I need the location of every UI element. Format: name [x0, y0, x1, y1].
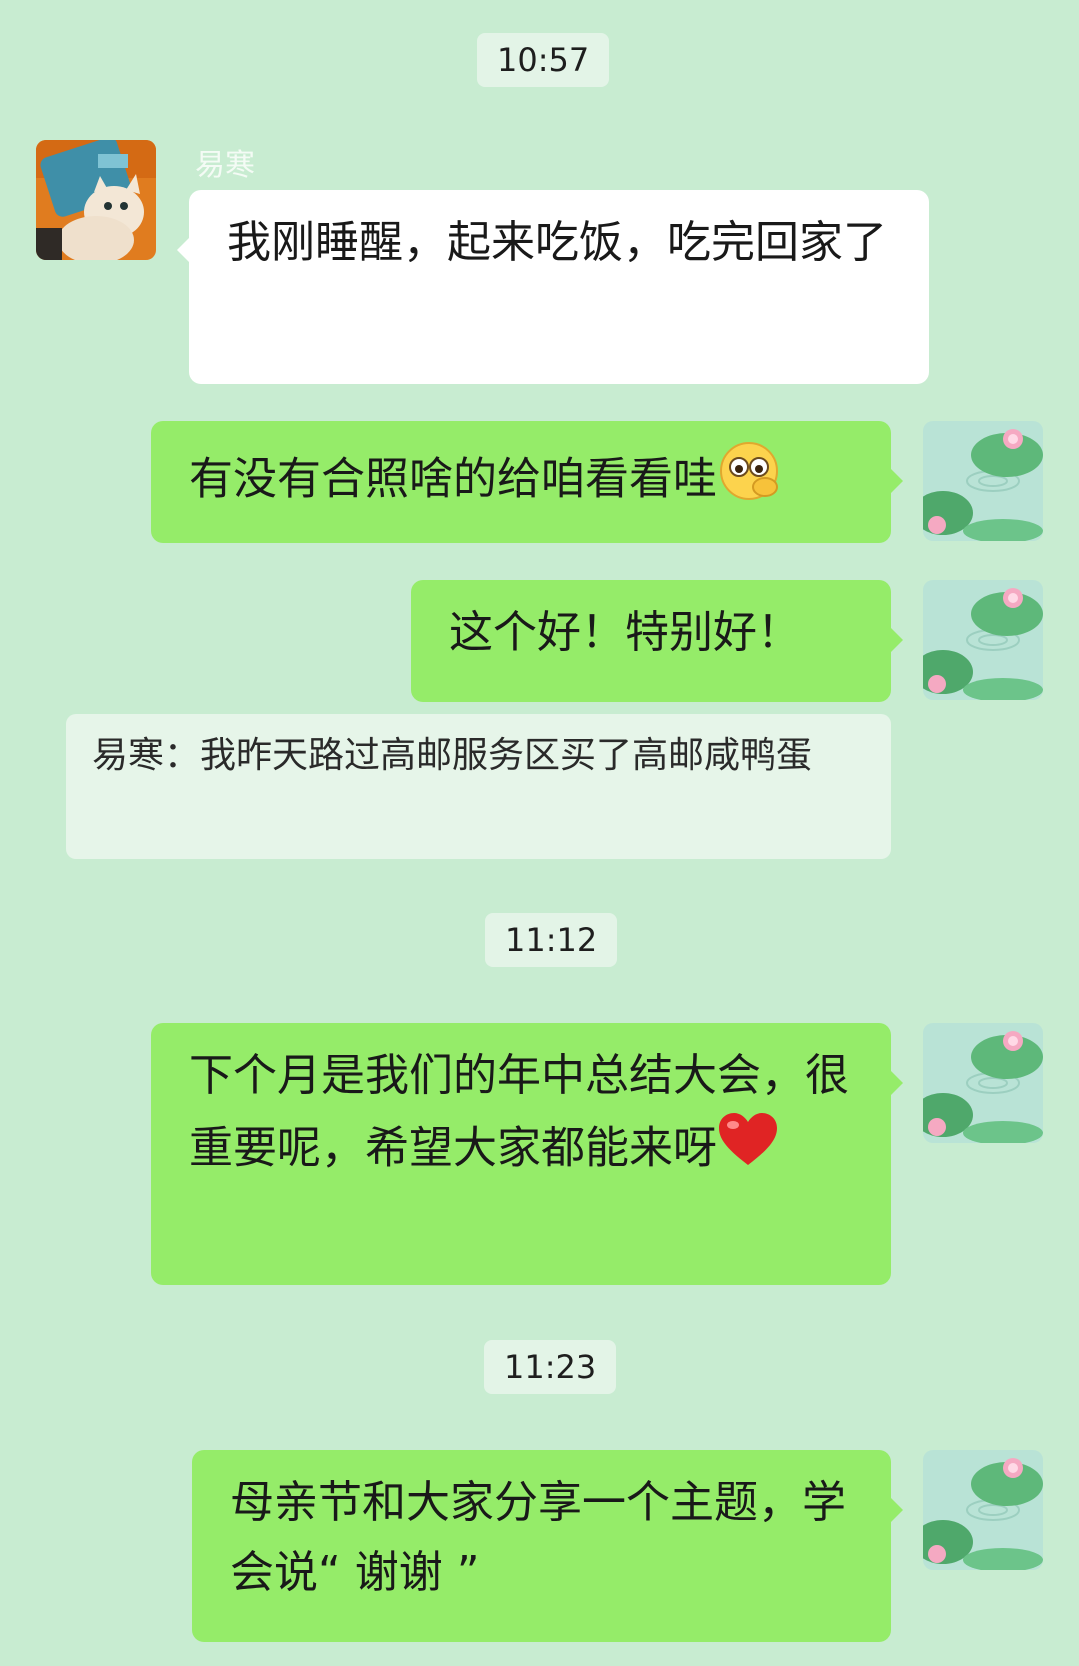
message-bubble[interactable]: 有没有合照啥的给咱看看哇 [151, 421, 903, 543]
message-text: 这个好！特别好！ [449, 607, 801, 658]
timestamp: 11:12 [485, 913, 618, 967]
cat-avatar[interactable] [36, 140, 156, 260]
message-text: 母亲节和大家分享一个主题，学会说“ 谢谢 ” [230, 1477, 846, 1598]
timestamp: 11:23 [484, 1340, 617, 1394]
sender-name: 易寒 [195, 148, 255, 183]
message-text: 有没有合照啥的给咱看看哇 [189, 453, 717, 505]
message-bubble[interactable]: 母亲节和大家分享一个主题，学会说“ 谢谢 ” [192, 1450, 903, 1642]
red-heart-icon [717, 1111, 779, 1190]
timestamp: 10:57 [477, 33, 610, 87]
message-bubble[interactable]: 我刚睡醒，起来吃饭，吃完回家了 [177, 190, 929, 384]
lotus-pond-avatar[interactable] [923, 1023, 1043, 1143]
quoted-message[interactable]: 易寒：我昨天路过高邮服务区买了高邮咸鸭蛋 [66, 714, 891, 859]
message-text: 我刚睡醒，起来吃饭，吃完回家了 [227, 217, 887, 268]
quoted-text: 易寒：我昨天路过高邮服务区买了高邮咸鸭蛋 [92, 735, 813, 776]
lotus-pond-avatar[interactable] [923, 1450, 1043, 1570]
message-bubble[interactable]: 这个好！特别好！ [411, 580, 903, 702]
peeking-face-icon [717, 439, 781, 524]
lotus-pond-avatar[interactable] [923, 580, 1043, 700]
message-bubble[interactable]: 下个月是我们的年中总结大会，很重要呢，希望大家都能来呀 [151, 1023, 903, 1285]
lotus-pond-avatar[interactable] [923, 421, 1043, 541]
